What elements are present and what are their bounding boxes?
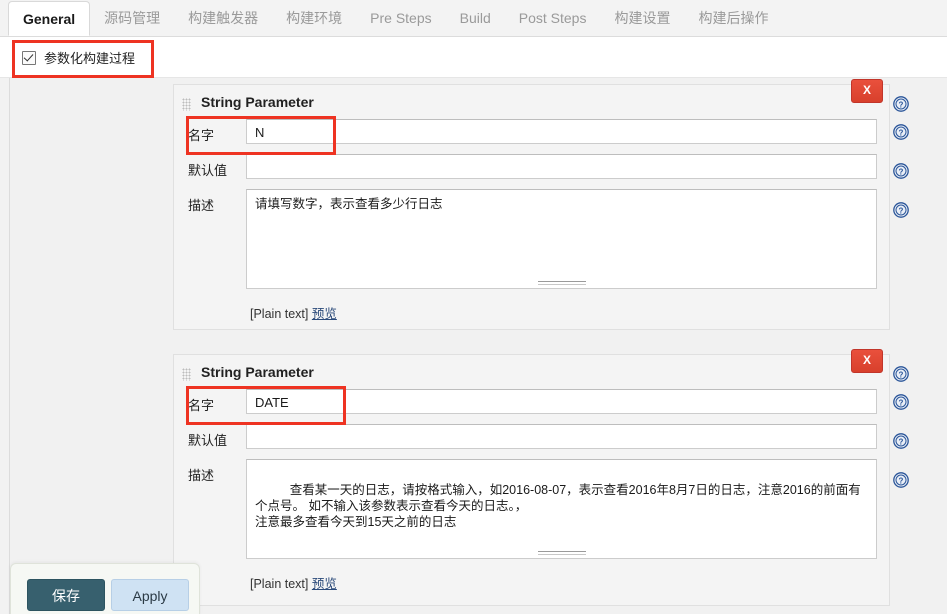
parameter-2-default-row: 默认值: [174, 424, 889, 459]
parameter-2-name-input[interactable]: DATE: [246, 389, 877, 414]
parameter-1-default-row: 默认值: [174, 154, 889, 189]
parameter-2-description-row: 描述 查看某一天的日志，请按格式输入，如2016-08-07，表示查看2016年…: [174, 459, 889, 569]
parameter-1-description-label: 描述: [188, 198, 215, 213]
page-root: General 源码管理 构建触发器 构建环境 Pre Steps Build …: [0, 0, 947, 614]
config-tab-bar: General 源码管理 构建触发器 构建环境 Pre Steps Build …: [0, 0, 947, 37]
drag-grip-icon-1[interactable]: [182, 98, 191, 111]
tab-general[interactable]: General: [8, 1, 91, 36]
help-circle-icon-block2-title[interactable]: ?: [893, 366, 909, 382]
help-circle-icon-param2-name[interactable]: ?: [893, 394, 909, 410]
parameter-1-name-label: 名字: [188, 128, 215, 143]
tab-build-triggers[interactable]: 构建触发器: [174, 0, 272, 36]
parameter-block-1-title: String Parameter: [201, 94, 314, 110]
parameter-1-description-textarea[interactable]: 请填写数字，表示查看多少行日志: [246, 189, 877, 289]
parameter-2-description-text: 查看某一天的日志，请按格式输入，如2016-08-07，表示查看2016年8月7…: [255, 483, 861, 529]
svg-text:?: ?: [899, 128, 904, 137]
parameter-2-name-label: 名字: [188, 398, 215, 413]
help-circle-icon-param1-default[interactable]: ?: [893, 163, 909, 179]
parameter-2-name-row: 名字 DATE: [174, 389, 889, 424]
delete-parameter-2-button[interactable]: X: [851, 349, 883, 373]
parameterized-build-checkbox-wrap[interactable]: 参数化构建过程: [22, 48, 135, 67]
parameter-2-preview-link[interactable]: 预览: [312, 577, 337, 591]
svg-text:?: ?: [899, 398, 904, 407]
parameter-1-plaintext-row: [Plain text] 预览: [174, 299, 889, 331]
parameterized-build-label: 参数化构建过程: [44, 51, 136, 66]
parameterized-build-row: 参数化构建过程 ?: [0, 37, 947, 101]
svg-text:?: ?: [899, 476, 904, 485]
parameter-2-plaintext-label: [Plain text]: [250, 577, 309, 591]
textarea-resize-grip-1[interactable]: [537, 281, 586, 286]
textarea-resize-grip-2[interactable]: [537, 551, 586, 556]
main-config-area: String Parameter 名字 N 默认值 描述 请填写数字，表示查看多…: [161, 78, 947, 614]
parameter-1-default-input[interactable]: [246, 154, 877, 179]
left-column: [0, 78, 161, 614]
left-column-inner: [9, 78, 161, 614]
parameter-2-plaintext-row: [Plain text] 预览: [174, 569, 889, 601]
parameter-1-description-text: 请填写数字，表示查看多少行日志: [255, 197, 443, 211]
help-circle-icon-param2-default[interactable]: ?: [893, 433, 909, 449]
svg-text:?: ?: [899, 370, 904, 379]
delete-parameter-1-button[interactable]: X: [851, 79, 883, 103]
save-button[interactable]: 保存: [27, 579, 105, 611]
svg-text:?: ?: [899, 206, 904, 215]
help-circle-icon-param1-name[interactable]: ?: [893, 124, 909, 140]
parameter-1-preview-link[interactable]: 预览: [312, 307, 337, 321]
tab-build[interactable]: Build: [446, 0, 505, 36]
tab-source-management[interactable]: 源码管理: [90, 0, 174, 36]
parameter-1-description-row: 描述 请填写数字，表示查看多少行日志: [174, 189, 889, 299]
tab-pre-steps[interactable]: Pre Steps: [356, 0, 445, 36]
parameter-2-description-textarea[interactable]: 查看某一天的日志，请按格式输入，如2016-08-07，表示查看2016年8月7…: [246, 459, 877, 559]
parameter-2-description-label: 描述: [188, 468, 215, 483]
parameter-1-plaintext-label: [Plain text]: [250, 307, 309, 321]
save-button-bar: 保存 Apply: [10, 563, 200, 614]
parameter-block-1: String Parameter 名字 N 默认值 描述 请填写数字，表示查看多…: [173, 84, 890, 330]
tab-post-steps[interactable]: Post Steps: [505, 0, 601, 36]
parameter-1-name-row: 名字 N: [174, 119, 889, 154]
parameter-block-2-title: String Parameter: [201, 364, 314, 380]
tab-build-environment[interactable]: 构建环境: [272, 0, 356, 36]
svg-text:?: ?: [899, 167, 904, 176]
tab-post-build-actions[interactable]: 构建后操作: [684, 0, 782, 36]
checkbox-icon[interactable]: [22, 50, 36, 65]
help-circle-icon-param1-description[interactable]: ?: [893, 202, 909, 218]
parameter-1-default-label: 默认值: [188, 163, 228, 178]
parameter-2-default-input[interactable]: [246, 424, 877, 449]
parameter-1-name-input[interactable]: N: [246, 119, 877, 144]
tab-build-settings[interactable]: 构建设置: [600, 0, 684, 36]
apply-button[interactable]: Apply: [111, 579, 189, 611]
help-circle-icon-block1-title[interactable]: ?: [893, 96, 909, 112]
svg-text:?: ?: [899, 437, 904, 446]
parameter-2-default-label: 默认值: [188, 433, 228, 448]
help-circle-icon-param2-description[interactable]: ?: [893, 472, 909, 488]
parameter-block-2: String Parameter 名字 DATE 默认值 描述 查看某一天的日志…: [173, 354, 890, 606]
svg-text:?: ?: [899, 100, 904, 109]
drag-grip-icon-2[interactable]: [182, 368, 191, 381]
